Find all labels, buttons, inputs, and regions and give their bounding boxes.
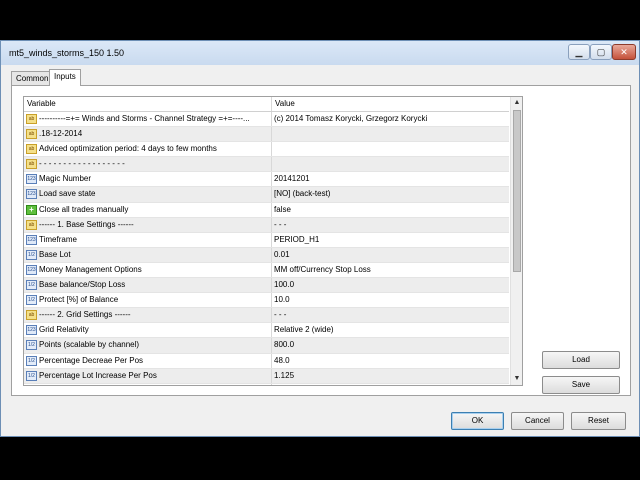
cancel-button[interactable]: Cancel [511, 412, 564, 430]
row-value[interactable]: [NO] (back-test) [274, 189, 330, 198]
table-rows: ab ----------=+= Winds and Storms - Chann… [24, 112, 509, 385]
scroll-thumb[interactable] [513, 110, 521, 272]
table-row[interactable]: 1/2 Base balance/Stop Loss 100.0 [24, 278, 509, 294]
row-value[interactable]: 0.01 [274, 250, 290, 259]
window-title: mt5_winds_storms_150 1.50 [9, 48, 125, 58]
row-value[interactable]: 48.0 [274, 356, 290, 365]
string-type-icon: ab [26, 114, 37, 124]
table-row[interactable]: 123Number of positionsMany (9) [24, 383, 509, 385]
ok-button[interactable]: OK [451, 412, 504, 430]
reset-button[interactable]: Reset [571, 412, 626, 430]
table-row[interactable]: 1/2 Points (scalable by channel) 800.0 [24, 338, 509, 354]
row-variable: Adviced optimization period: 4 days to f… [39, 144, 217, 154]
table-row[interactable]: 1/2 Base Lot 0.01 [24, 247, 509, 263]
double-type-icon: 1/2 [26, 355, 37, 366]
inputs-table: Variable Value ab ----------=+= Winds and… [23, 96, 523, 386]
table-row[interactable]: ab ----------=+= Winds and Storms - Chann… [24, 112, 509, 128]
double-type-icon: 1/2 [26, 249, 37, 260]
row-variable: Load save state [39, 189, 96, 199]
close-button[interactable]: ✕ [612, 44, 636, 60]
row-variable: Magic Number [39, 174, 92, 184]
table-row[interactable]: ab ------ 2. Grid Settings ------ - - - [24, 308, 509, 324]
row-variable: Money Management Options [39, 264, 142, 274]
string-type-icon: ab [26, 129, 37, 140]
table-row[interactable]: 1/2 Protect [%] of Balance 10.0 [24, 293, 509, 309]
table-row[interactable]: 123 Magic Number 20141201 [24, 172, 509, 188]
table-row[interactable]: 123 Grid Relativity Relative 2 (wide) [24, 323, 509, 339]
string-type-icon: ab [26, 144, 37, 155]
string-type-icon: ab [26, 310, 37, 321]
vertical-scrollbar[interactable]: ▲ ▼ [510, 97, 522, 385]
row-variable: ----------=+= Winds and Storms - Channel… [39, 114, 250, 123]
row-value[interactable]: (c) 2014 Tomasz Korycki, Grzegorz Koryck… [274, 114, 427, 123]
string-type-icon: ab [26, 219, 37, 230]
header-variable[interactable]: Variable [27, 99, 56, 108]
row-value[interactable]: 10.0 [274, 295, 290, 304]
row-value[interactable]: false [274, 205, 291, 214]
row-variable: ------ 2. Grid Settings ------ [39, 310, 131, 320]
tab-inputs[interactable]: Inputs [49, 69, 81, 86]
double-type-icon: 1/2 [26, 295, 37, 306]
row-variable: - - - - - - - - - - - - - - - - - - [39, 159, 125, 169]
row-variable: .18-12-2014 [39, 129, 83, 139]
table-row[interactable]: ab ------ 1. Base Settings ------ - - - [24, 217, 509, 233]
scroll-up-icon[interactable]: ▲ [511, 97, 522, 109]
table-row[interactable]: 1/2 Percentage Lot Increase Per Pos 1.125 [24, 368, 509, 384]
row-variable: Grid Relativity [39, 325, 89, 335]
row-value[interactable]: 20141201 [274, 174, 310, 183]
table-header: Variable Value [24, 97, 509, 112]
table-row[interactable]: + Close all trades manually false [24, 202, 509, 218]
integer-type-icon: 123 [26, 264, 37, 275]
inputs-panel: Variable Value ab ----------=+= Winds and… [11, 85, 631, 396]
title-bar[interactable]: mt5_winds_storms_150 1.50 ▁ ▢ ✕ [1, 41, 639, 65]
save-button[interactable]: Save [542, 376, 620, 394]
table-row[interactable]: 123 Money Management Options MM off/Curren… [24, 262, 509, 279]
integer-type-icon: 123 [26, 189, 37, 200]
boolean-type-icon: + [26, 204, 37, 215]
row-variable: ------ 1. Base Settings ------ [39, 219, 134, 229]
row-value[interactable]: MM off/Currency Stop Loss [274, 265, 371, 274]
row-value[interactable]: 1.125 [274, 371, 294, 380]
table-row[interactable]: ab .18-12-2014 [24, 127, 509, 143]
row-variable: Base balance/Stop Loss [39, 280, 126, 290]
table-row[interactable]: 123 Timeframe PERIOD_H1 [24, 232, 509, 248]
row-value[interactable]: - - - [274, 220, 286, 229]
double-type-icon: 1/2 [26, 370, 37, 381]
row-variable: Timeframe [39, 234, 77, 244]
table-row[interactable]: ab - - - - - - - - - - - - - - - - - - [24, 157, 509, 173]
minimize-button[interactable]: ▁ [568, 44, 590, 60]
table-row[interactable]: ab Adviced optimization period: 4 days to… [24, 142, 509, 158]
row-value[interactable]: PERIOD_H1 [274, 235, 319, 244]
row-value[interactable]: Relative 2 (wide) [274, 325, 334, 334]
integer-type-icon: 123 [26, 325, 37, 336]
table-row[interactable]: 1/2 Percentage Decreae Per Pos 48.0 [24, 353, 509, 369]
table-row[interactable]: 123 Load save state [NO] (back-test) [24, 187, 509, 203]
string-type-icon: ab [26, 159, 37, 170]
load-button[interactable]: Load [542, 351, 620, 369]
row-variable: Protect [%] of Balance [39, 295, 119, 305]
row-value[interactable]: 100.0 [274, 280, 294, 289]
maximize-button[interactable]: ▢ [590, 44, 612, 60]
integer-type-icon: 123 [26, 174, 37, 185]
row-variable: Base Lot [39, 249, 71, 259]
row-value[interactable]: - - - [274, 310, 286, 319]
properties-dialog: mt5_winds_storms_150 1.50 ▁ ▢ ✕ Common I… [0, 40, 640, 437]
row-variable: Close all trades manually [39, 204, 129, 214]
scroll-down-icon[interactable]: ▼ [511, 373, 522, 385]
row-value[interactable]: 800.0 [274, 340, 294, 349]
double-type-icon: 1/2 [26, 340, 37, 351]
row-variable: Percentage Lot Increase Per Pos [39, 370, 157, 380]
row-variable: Percentage Decreae Per Pos [39, 355, 144, 365]
tab-common[interactable]: Common [11, 71, 54, 85]
double-type-icon: 1/2 [26, 280, 37, 291]
row-variable: Points (scalable by channel) [39, 340, 140, 350]
header-value[interactable]: Value [275, 99, 295, 108]
integer-type-icon: 123 [26, 234, 37, 245]
